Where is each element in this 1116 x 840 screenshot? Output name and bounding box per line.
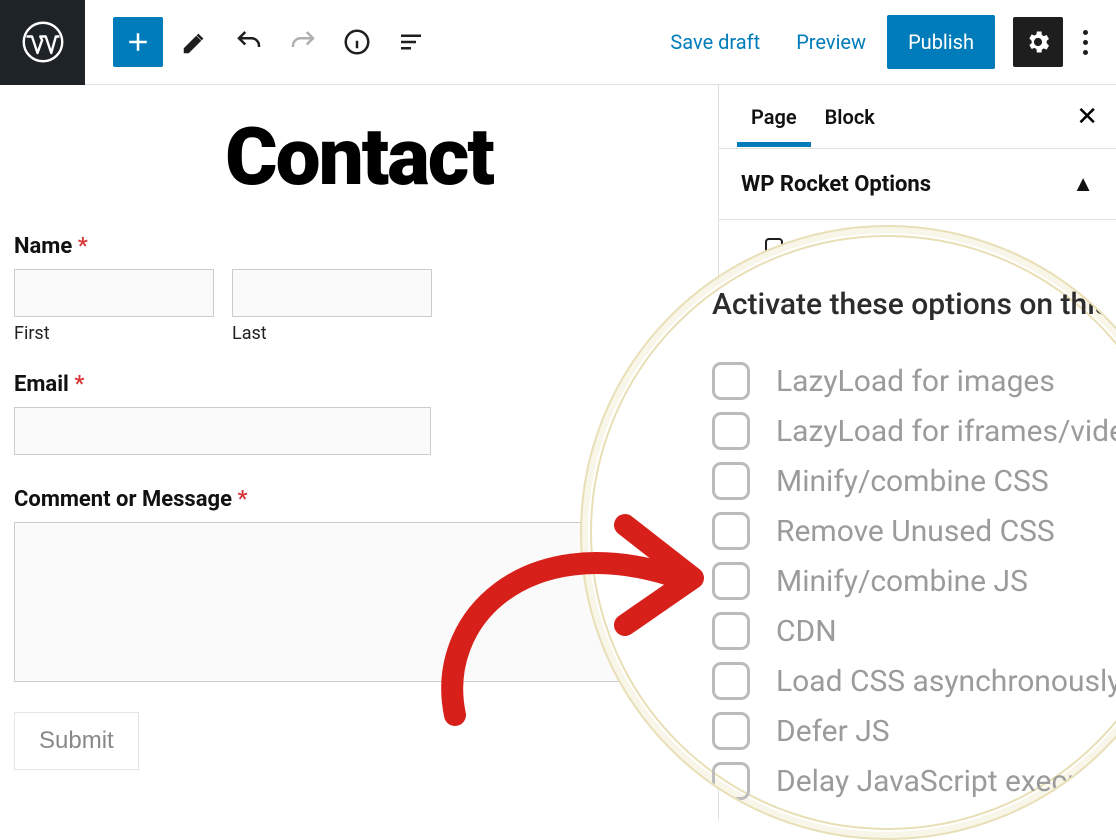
required-marker: * <box>237 487 247 512</box>
zoom-option[interactable]: Delay JavaScript execution <box>712 762 1116 800</box>
edit-mode-icon[interactable] <box>173 20 217 64</box>
add-block-button[interactable] <box>113 17 163 67</box>
zoom-option-label: Defer JS <box>776 714 890 749</box>
last-name-sublabel: Last <box>232 323 432 344</box>
zoom-option-label: Remove Unused CSS <box>776 514 1055 549</box>
required-marker: * <box>78 234 88 259</box>
name-label-text: Name <box>14 234 72 259</box>
editor-toolbar: Save draft Preview Publish <box>0 0 1116 85</box>
zoom-option[interactable]: Remove Unused CSS <box>712 512 1116 550</box>
toolbar-left-group <box>85 17 433 67</box>
zoom-option-label: LazyLoad for iframes/videos <box>776 414 1116 449</box>
sidebar-tabs: Page Block ✕ <box>719 85 1116 149</box>
preview-button[interactable]: Preview <box>781 18 881 66</box>
zoom-option[interactable]: Load CSS asynchronously <box>712 662 1116 700</box>
wp-rocket-panel-header[interactable]: WP Rocket Options ▲ <box>719 149 1116 220</box>
zoom-option[interactable]: Minify/combine CSS <box>712 462 1116 500</box>
checkbox-icon[interactable] <box>712 712 750 750</box>
checkbox-icon[interactable] <box>712 662 750 700</box>
message-label-text: Comment or Message <box>14 487 232 512</box>
zoom-option-label: Delay JavaScript execution <box>776 764 1116 799</box>
checkbox-icon[interactable] <box>712 612 750 650</box>
first-name-sublabel: First <box>14 323 214 344</box>
zoom-option[interactable]: CDN <box>712 612 1116 650</box>
info-icon[interactable] <box>335 20 379 64</box>
checkbox-icon[interactable] <box>712 762 750 800</box>
zoom-option-label: Minify/combine CSS <box>776 464 1049 499</box>
settings-button[interactable] <box>1013 17 1063 67</box>
email-field-label: Email * <box>14 372 704 397</box>
redo-icon[interactable] <box>281 20 325 64</box>
zoom-option[interactable]: LazyLoad for images <box>712 362 1116 400</box>
first-name-input[interactable] <box>14 269 214 317</box>
last-name-input[interactable] <box>232 269 432 317</box>
zoom-option[interactable]: LazyLoad for iframes/videos <box>712 412 1116 450</box>
page-title[interactable]: Contact <box>14 85 704 234</box>
required-marker: * <box>74 372 84 397</box>
zoom-heading: Activate these options on this post: <box>712 287 1116 322</box>
checkbox-icon[interactable] <box>712 512 750 550</box>
submit-button[interactable]: Submit <box>14 712 139 770</box>
checkbox-icon[interactable] <box>712 362 750 400</box>
checkbox-icon[interactable] <box>712 462 750 500</box>
save-draft-button[interactable]: Save draft <box>655 18 775 66</box>
wordpress-logo[interactable] <box>0 0 85 85</box>
zoom-option-label: LazyLoad for images <box>776 364 1055 399</box>
zoom-option[interactable]: Defer JS <box>712 712 1116 750</box>
tab-block[interactable]: Block <box>811 87 889 147</box>
more-menu-button[interactable] <box>1069 20 1102 65</box>
zoom-options-list: LazyLoad for images LazyLoad for iframes/… <box>712 362 1116 800</box>
checkbox-icon[interactable] <box>712 562 750 600</box>
zoom-option-label: Load CSS asynchronously <box>776 664 1116 699</box>
toolbar-right-group: Save draft Preview Publish <box>655 15 1116 69</box>
email-label-text: Email <box>14 372 69 397</box>
list-view-icon[interactable] <box>389 20 433 64</box>
zoom-option[interactable]: Minify/combine JS <box>712 562 1116 600</box>
close-sidebar-icon[interactable]: ✕ <box>1076 102 1098 132</box>
tab-page[interactable]: Page <box>737 87 811 147</box>
undo-icon[interactable] <box>227 20 271 64</box>
name-field-label: Name * <box>14 234 704 259</box>
panel-title-text: WP Rocket Options <box>741 172 931 197</box>
zoom-option-label: Minify/combine JS <box>776 564 1028 599</box>
checkbox-icon[interactable] <box>712 412 750 450</box>
chevron-up-icon: ▲ <box>1072 171 1094 197</box>
publish-button[interactable]: Publish <box>887 15 995 69</box>
email-input[interactable] <box>14 407 431 455</box>
zoom-option-label: CDN <box>776 614 837 649</box>
